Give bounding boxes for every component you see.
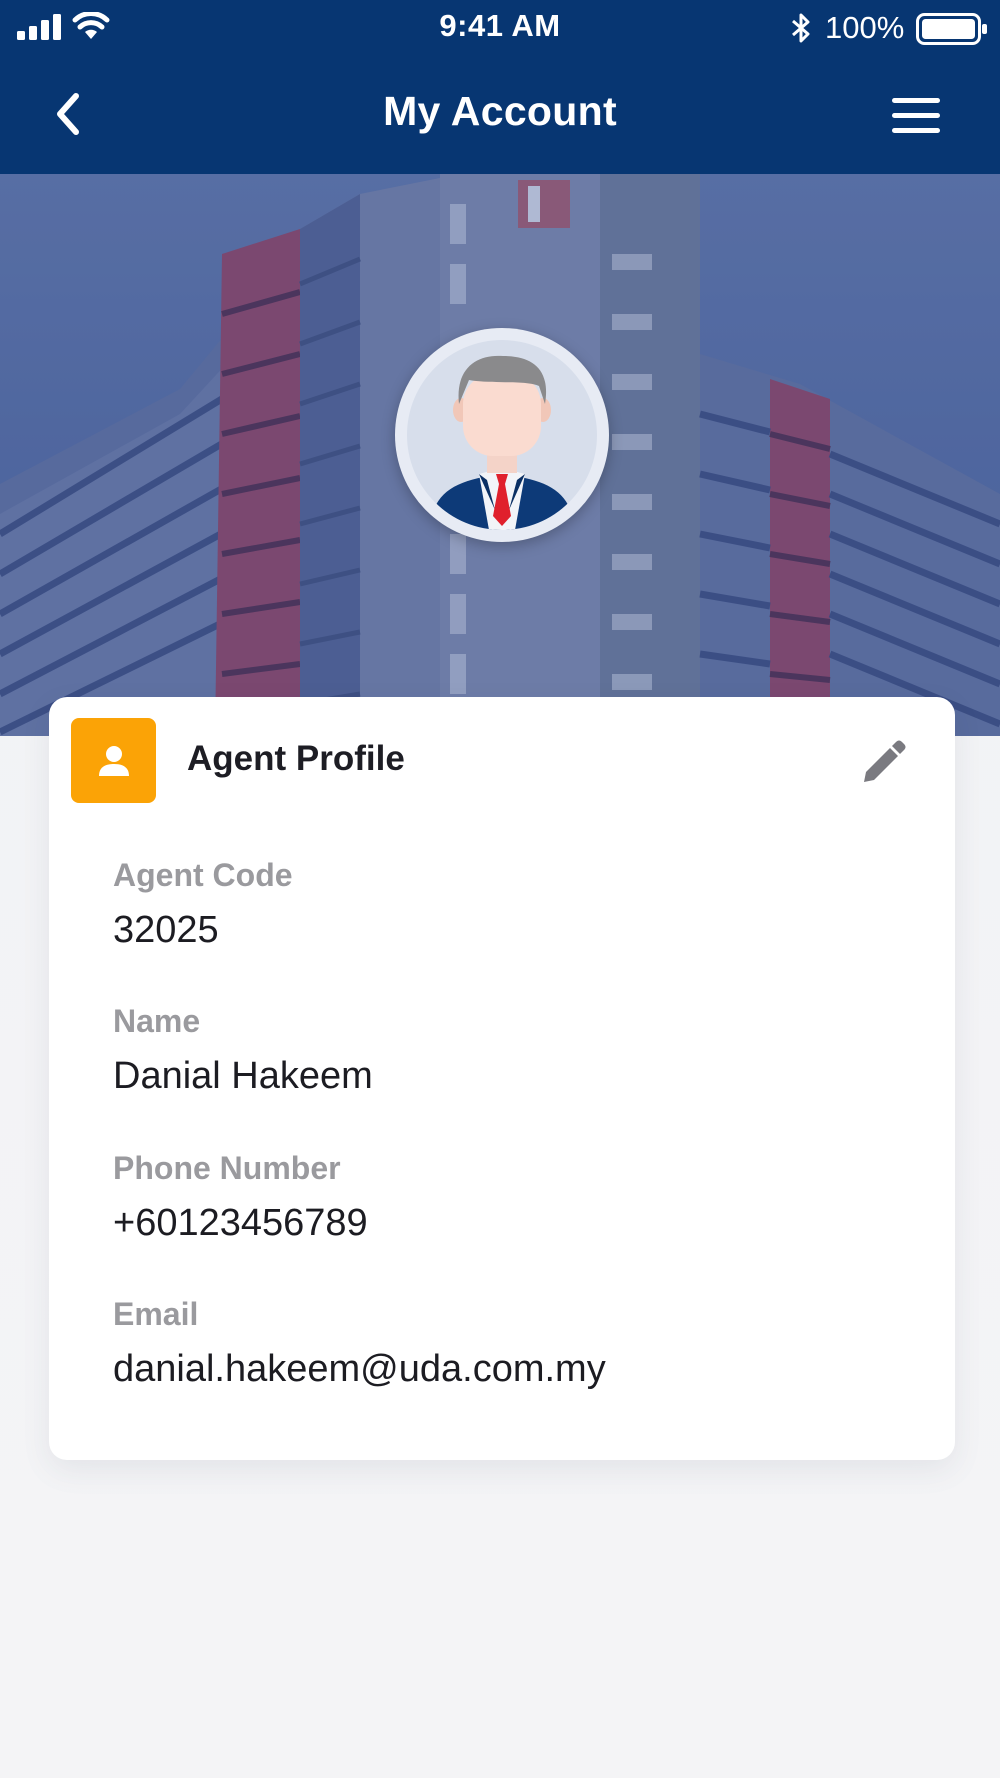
battery-percent: 100% <box>825 10 905 45</box>
menu-button[interactable] <box>888 94 944 138</box>
field-label: Agent Code <box>113 857 293 893</box>
field-name: Name Danial Hakeem <box>113 1001 373 1099</box>
field-value: 32025 <box>113 909 219 951</box>
person-icon <box>99 746 129 776</box>
field-agent-code: Agent Code 32025 <box>113 855 293 953</box>
edit-profile-button[interactable] <box>860 740 906 786</box>
field-value: danial.hakeem@uda.com.my <box>113 1348 606 1390</box>
nav-bar: My Account <box>0 56 1000 174</box>
hamburger-menu-icon <box>892 98 940 133</box>
field-phone-number: Phone Number +60123456789 <box>113 1148 368 1246</box>
agent-profile-card: Agent Profile Agent Code 32025 Name Dani… <box>49 697 955 1460</box>
page-title: My Account <box>383 88 617 134</box>
field-value: +60123456789 <box>113 1202 368 1244</box>
field-value: Danial Hakeem <box>113 1055 373 1097</box>
pencil-icon <box>864 740 906 782</box>
status-bar: 9:41 AM 100% <box>0 0 1000 56</box>
businessman-avatar-icon <box>429 355 575 530</box>
bluetooth-icon <box>792 13 810 43</box>
battery-icon <box>916 13 987 45</box>
profile-badge <box>71 718 156 803</box>
avatar <box>395 328 609 542</box>
field-label: Phone Number <box>113 1150 341 1186</box>
field-email: Email danial.hakeem@uda.com.my <box>113 1294 606 1392</box>
field-label: Email <box>113 1296 199 1332</box>
field-label: Name <box>113 1003 201 1039</box>
section-title: Agent Profile <box>187 739 405 778</box>
